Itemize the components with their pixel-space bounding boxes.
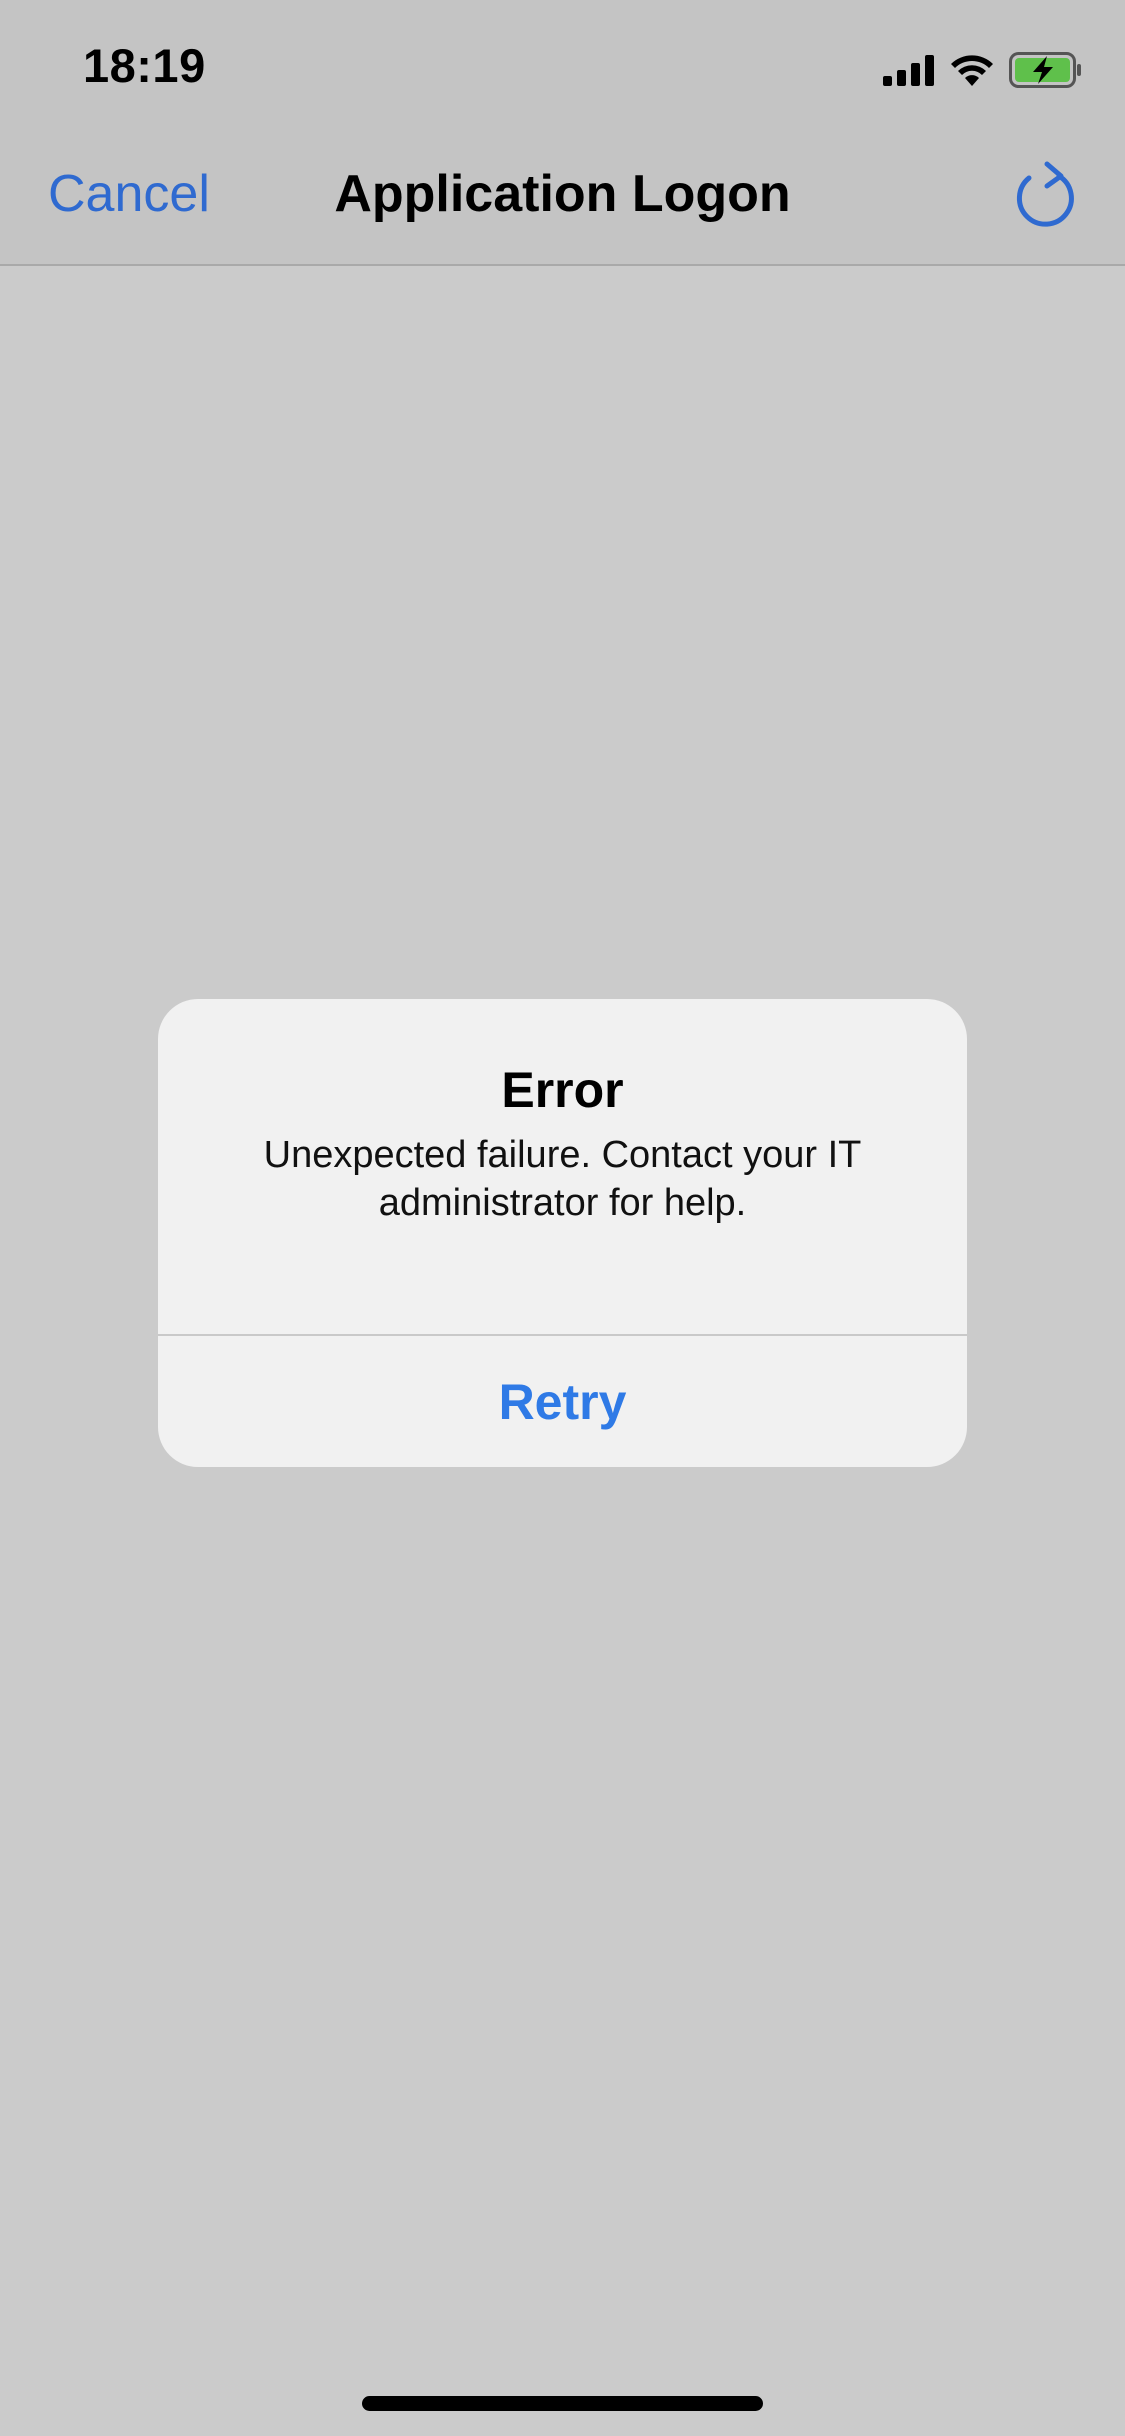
status-bar: 18:19: [0, 0, 1125, 132]
home-indicator[interactable]: [362, 2396, 763, 2411]
retry-button[interactable]: Retry: [158, 1336, 967, 1467]
refresh-button[interactable]: [1005, 158, 1085, 238]
alert-title: Error: [501, 1062, 624, 1118]
refresh-icon: [1016, 161, 1074, 227]
alert-message: Unexpected failure. Contact your IT admi…: [263, 1134, 862, 1224]
cellular-signal-icon: [883, 55, 934, 86]
status-icons: [883, 50, 1083, 90]
screen: 18:19 Application Logon Cancel Error Une…: [0, 0, 1125, 2436]
navigation-bar: Application Logon Cancel: [0, 132, 1125, 266]
wifi-icon: [951, 55, 993, 86]
battery-charging-icon: [1009, 52, 1081, 88]
cancel-button[interactable]: Cancel: [48, 164, 210, 224]
error-alert-dialog: Error Unexpected failure. Contact your I…: [158, 999, 967, 1467]
status-time: 18:19: [83, 39, 206, 92]
